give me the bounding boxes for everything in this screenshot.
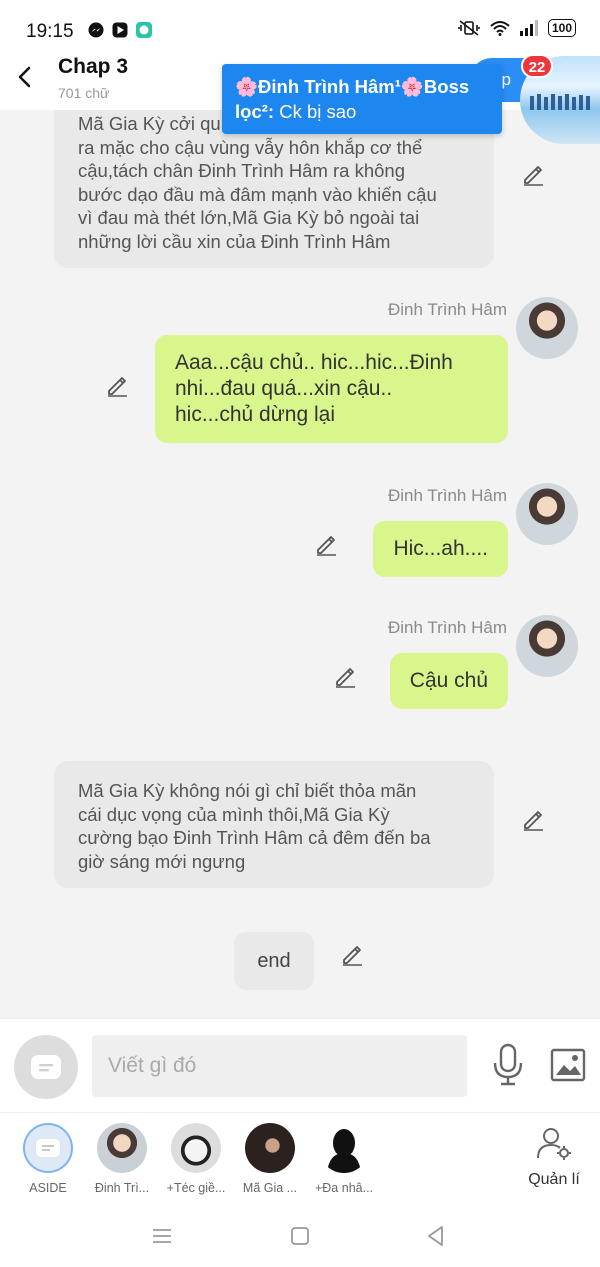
bubble-line: hic...chủ dừng lại	[175, 403, 335, 426]
sender-name: Đinh Trình Hâm	[387, 300, 507, 319]
manage-label: Quản lí	[528, 1171, 580, 1188]
bubble-line: nhi...đau quá...xin cậu..	[175, 377, 393, 400]
microphone-icon[interactable]	[492, 1043, 524, 1087]
signal-icon	[519, 20, 538, 36]
edit-pencil-icon[interactable]	[521, 807, 545, 831]
narration-line: cậu,tách chân Đinh Trình Hâm ra không	[78, 160, 406, 181]
sender-name: Đinh Trình Hâm	[387, 618, 507, 637]
sender-name: Đinh Trình Hâm	[387, 486, 507, 505]
narration-line: bước dạo đầu mà đâm mạnh vào khiến cậu	[78, 183, 437, 205]
character-da-nhan[interactable]: +Đa nhâ...	[309, 1123, 379, 1195]
character-aside[interactable]: ASIDE	[13, 1123, 83, 1195]
chat-content[interactable]: Mã Gia Kỳ cởi qu ra mặc cho cậu vùng vẫy…	[0, 110, 600, 1018]
sender-avatar[interactable]	[516, 297, 578, 359]
back-arrow-icon	[18, 66, 31, 88]
status-right: 100	[458, 19, 576, 37]
edit-pencil-icon[interactable]	[314, 532, 338, 556]
character-dinh-trinh-ham[interactable]: Đinh Trì...	[87, 1123, 157, 1195]
compose-bar	[0, 1018, 600, 1112]
character-label: Đinh Trì...	[94, 1181, 150, 1195]
character-label: +Đa nhâ...	[314, 1181, 374, 1195]
bubble-line: Aaa...cậu chủ.. hic...hic...Đinh	[175, 351, 453, 374]
dialogue-bubble[interactable]: Cậu chủ	[389, 653, 508, 709]
message-box-icon	[36, 1139, 60, 1157]
dialogue-bubble[interactable]: Hic...ah....	[373, 521, 508, 577]
end-marker[interactable]: end	[234, 932, 314, 990]
narration-line: cường bạo Đinh Trình Hâm cả đêm đến ba	[78, 827, 431, 848]
menu-icon[interactable]	[150, 1224, 174, 1248]
narration-line: giờ sáng mới ngưng	[78, 850, 246, 872]
edit-pencil-icon[interactable]	[333, 664, 357, 688]
manage-characters-button[interactable]: Quản lí	[522, 1125, 586, 1189]
message-box-icon	[31, 1055, 61, 1079]
narration-line: cái dục vọng của mình thôi,Mã Gia Kỳ	[78, 803, 390, 825]
character-avatar	[171, 1123, 221, 1173]
notification-badge: 22	[521, 54, 553, 78]
narration-block[interactable]: Mã Gia Kỳ không nói gì chỉ biết thỏa mãn…	[54, 761, 494, 888]
back-nav-icon[interactable]	[424, 1224, 448, 1248]
chapter-title: Chap 3	[58, 55, 129, 78]
user-settings-icon	[537, 1128, 571, 1160]
back-button[interactable]	[12, 62, 36, 92]
character-label: +Téc giề...	[166, 1181, 226, 1195]
toast-message: Ck bị sao	[279, 101, 357, 122]
edit-pencil-icon[interactable]	[105, 373, 129, 397]
aside-toggle-button[interactable]	[14, 1035, 78, 1099]
message-input[interactable]	[92, 1035, 467, 1097]
messenger-icon	[88, 22, 104, 38]
edit-pencil-icon[interactable]	[340, 942, 364, 966]
sender-avatar[interactable]	[516, 483, 578, 545]
narration-line: ra mặc cho cậu vùng vẫy hôn khắp cơ thể	[78, 136, 423, 158]
character-ma-gia-ky[interactable]: Mã Gia ...	[235, 1123, 305, 1195]
narration-line: vì đau mà thét lớn,Mã Gia Kỳ bỏ ngoài ta…	[78, 207, 420, 228]
image-upload-icon[interactable]	[550, 1048, 586, 1082]
narration-line: những lời cầu xin của Đinh Trình Hâm	[78, 230, 391, 252]
battery-indicator: 100	[547, 19, 576, 37]
status-bar: 19:15 100	[0, 0, 600, 50]
character-avatar	[245, 1123, 295, 1173]
word-count: 701 chữ	[58, 85, 110, 101]
play-icon	[112, 22, 128, 38]
aside-icon	[23, 1123, 73, 1173]
character-label: ASIDE	[29, 1181, 67, 1195]
incoming-message-toast[interactable]: 🌸Đinh Trình Hâm¹🌸Boss lọc²: Ck bị sao	[222, 64, 502, 134]
character-label: Mã Gia ...	[242, 1181, 298, 1195]
sender-avatar[interactable]	[516, 615, 578, 677]
character-avatar	[97, 1123, 147, 1173]
character-selector: ASIDE Đinh Trì... +Téc giề... Mã Gia ...…	[0, 1112, 600, 1204]
system-nav-bar	[0, 1204, 600, 1267]
silhouette-icon	[327, 1129, 361, 1173]
home-icon[interactable]	[288, 1224, 312, 1248]
chat-app-icon	[136, 22, 152, 38]
character-tec-gie[interactable]: +Téc giề...	[161, 1123, 231, 1195]
status-app-icons	[88, 22, 152, 38]
wifi-icon	[490, 21, 510, 36]
dialogue-bubble[interactable]: Aaa...cậu chủ.. hic...hic...Đinh nhi...đ…	[155, 335, 508, 443]
character-avatar	[319, 1123, 369, 1173]
status-time: 19:15	[26, 21, 74, 42]
edit-pencil-icon[interactable]	[521, 162, 545, 186]
narration-line: Mã Gia Kỳ không nói gì chỉ biết thỏa mãn	[78, 780, 417, 801]
vibrate-icon	[458, 20, 480, 36]
